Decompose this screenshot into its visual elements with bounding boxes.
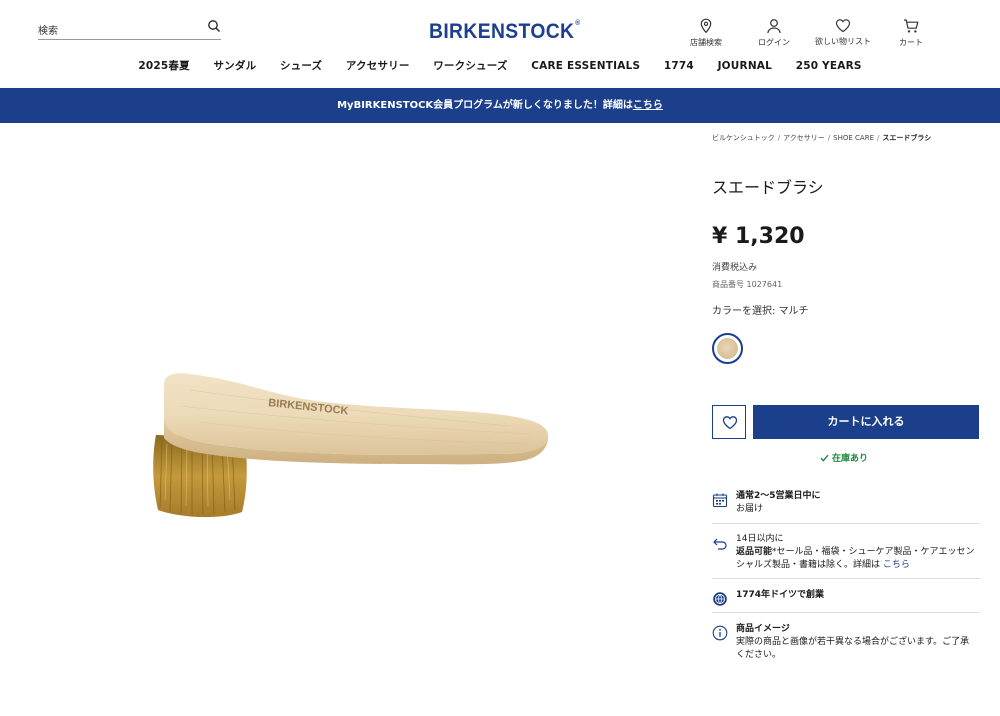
breadcrumb-item-home[interactable]: ビルケンシュトック [712,134,775,142]
heritage-info: 1774年ドイツで創業 [712,589,980,613]
delivery-sub: お届け [736,504,764,514]
product-price: ¥ 1,320 [712,224,805,249]
nav-item-shoes[interactable]: シューズ [280,58,322,73]
add-to-cart-button[interactable]: カートに入れる [753,405,979,439]
calendar-delivery-icon [712,493,728,508]
returns-text: 14日以内に 返品可能*セール品・福袋・シューケア製品・ケアエッセンシャルズ製品… [736,533,982,572]
breadcrumb-item-shoe-care[interactable]: SHOE CARE [833,134,874,142]
image-disclaimer-body: 実際の商品と画像が若干異なる場合がございます。ご了承ください。 [736,637,970,660]
search-input[interactable]: 検索 [38,22,58,37]
cart-link[interactable]: カート [893,18,929,48]
login-link[interactable]: ログイン [754,18,794,48]
location-pin-icon [700,18,712,34]
brand-logo[interactable]: BIRKENSTOCK® [429,20,580,44]
main-nav: 2025春夏 サンダル シューズ アクセサリー ワークシューズ CARE ESS… [0,58,1000,72]
user-icon [767,19,781,34]
returns-bold: 返品可能 [736,547,773,557]
returns-info: 14日以内に 返品可能*セール品・福袋・シューケア製品・ケアエッセンシャルズ製品… [712,533,980,579]
return-arrow-icon [713,538,727,550]
returns-line1: 14日以内に [736,534,784,544]
nav-item-care-essentials[interactable]: CARE ESSENTIALS [531,60,640,72]
image-disclaimer: 商品イメージ 実際の商品と画像が若干異なる場合がございます。ご了承ください。 [712,623,980,671]
stock-status-text: 在庫あり [832,454,869,464]
color-swatch-multi[interactable] [712,333,743,364]
delivery-info: 通常2～5営業日中に お届け [712,490,980,524]
check-icon [820,454,829,462]
info-icon [712,625,728,641]
login-label: ログイン [758,38,790,47]
delivery-title: 通常2～5営業日中に [736,491,821,501]
image-disclaimer-text: 商品イメージ 実際の商品と画像が若干異なる場合がございます。ご了承ください。 [736,623,972,662]
product-sku: 商品番号 1027641 [712,280,783,289]
promo-banner-link[interactable]: こちら [633,100,663,111]
heart-icon [722,416,738,430]
color-label: カラーを選択: マルチ [712,306,809,317]
tax-note: 消費税込み [712,263,758,273]
promo-banner: MyBIRKENSTOCK会員プログラムが新しくなりました！詳細はこちら [0,88,1000,123]
wishlist-label: 欲しい物リスト [815,37,871,46]
returns-rest: *セール品・福袋・シューケア製品・ケアエッセンシャルズ製品・書籍は除く。詳細は [736,547,975,570]
nav-item-work-shoes[interactable]: ワークシューズ [433,58,507,73]
heritage-label: 1774年ドイツで創業 [736,590,825,600]
nav-item-1774[interactable]: 1774 [664,60,694,72]
nav-item-accessories[interactable]: アクセサリー [346,58,410,73]
site-header: 検索 BIRKENSTOCK® 店舗検索 ログイン 欲しい物リスト カート 20… [0,0,1000,88]
breadcrumb-item-current: スエードブラシ [882,134,932,142]
delivery-text: 通常2～5営業日中に お届け [736,490,821,516]
nav-item-journal[interactable]: JOURNAL [718,60,772,72]
nav-item-sandals[interactable]: サンダル [213,58,256,73]
heart-icon [835,19,851,33]
search-field[interactable]: 検索 [38,18,221,40]
product-image: BIRKENSTOCK [153,373,549,518]
globe-seal-icon [713,592,727,606]
store-locator-link[interactable]: 店舗検索 [686,18,726,48]
search-icon[interactable] [207,19,221,33]
breadcrumb: ビルケンシュトック / アクセサリー / SHOE CARE / スエードブラシ [712,134,932,142]
image-disclaimer-title: 商品イメージ [736,624,790,634]
stock-status: 在庫あり [820,451,868,464]
returns-link[interactable]: こちら [883,560,910,570]
brand-logo-text: BIRKENSTOCK [429,20,575,43]
promo-banner-text: MyBIRKENSTOCK会員プログラムが新しくなりました！詳細は [337,100,633,111]
breadcrumb-item-accessories[interactable]: アクセサリー [783,134,825,142]
store-locator-label: 店舗検索 [690,38,722,47]
wishlist-link[interactable]: 欲しい物リスト [811,18,875,47]
heritage-text: 1774年ドイツで創業 [736,589,824,602]
nav-item-250-years[interactable]: 250 YEARS [796,60,862,72]
product-title: スエードブラシ [712,178,824,197]
add-to-wishlist-button[interactable] [712,405,746,439]
nav-item-2025ss[interactable]: 2025春夏 [138,58,189,73]
cart-icon [904,19,919,33]
cart-label: カート [899,38,923,47]
